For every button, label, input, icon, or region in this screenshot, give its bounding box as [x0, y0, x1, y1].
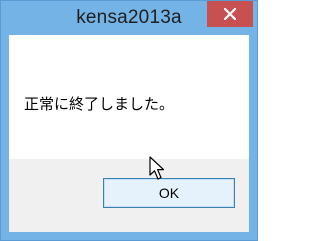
dialog-message: 正常に終了しました。: [24, 95, 175, 113]
title-bar[interactable]: kensa2013a: [1, 1, 257, 35]
close-icon: [224, 8, 236, 20]
close-button[interactable]: [207, 1, 253, 27]
message-area: 正常に終了しました。: [9, 35, 249, 159]
dialog-client-area: 正常に終了しました。 OK: [9, 35, 249, 232]
ok-button-label: OK: [158, 185, 180, 201]
ok-button[interactable]: OK: [103, 178, 235, 208]
message-box-window: kensa2013a 正常に終了しました。 OK: [0, 0, 258, 241]
button-bar: OK: [9, 159, 249, 232]
